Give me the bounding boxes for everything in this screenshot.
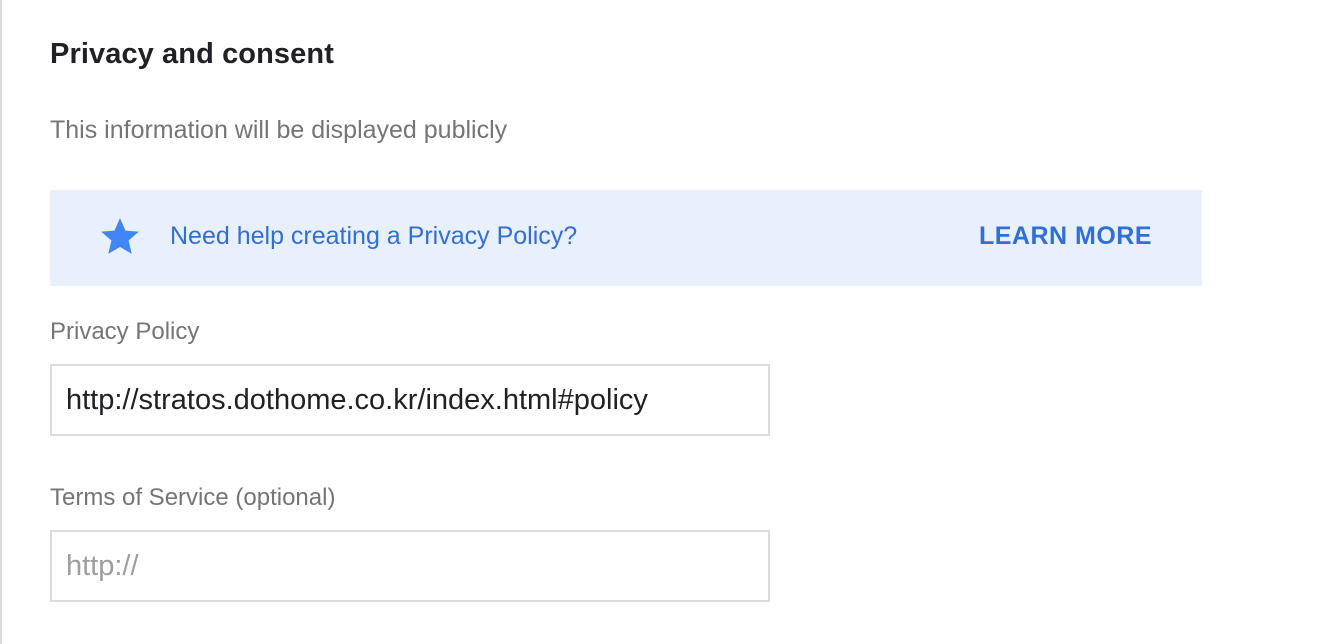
privacy-policy-field xyxy=(50,364,770,436)
panel-divider xyxy=(0,0,2,644)
privacy-help-text: Need help creating a Privacy Policy? xyxy=(170,222,578,250)
star-icon xyxy=(99,215,141,257)
learn-more-button[interactable]: LEARN MORE xyxy=(979,222,1152,251)
section-subtitle: This information will be displayed publi… xyxy=(50,116,508,144)
terms-of-service-label: Terms of Service (optional) xyxy=(50,484,336,511)
privacy-help-banner: Need help creating a Privacy Policy? LEA… xyxy=(50,190,1202,286)
terms-of-service-field xyxy=(50,530,770,602)
privacy-consent-page: Privacy and consent This information wil… xyxy=(0,0,1318,644)
section-title: Privacy and consent xyxy=(50,38,334,70)
privacy-policy-label: Privacy Policy xyxy=(50,318,200,345)
privacy-policy-input[interactable] xyxy=(52,366,768,434)
terms-of-service-input[interactable] xyxy=(52,532,768,600)
